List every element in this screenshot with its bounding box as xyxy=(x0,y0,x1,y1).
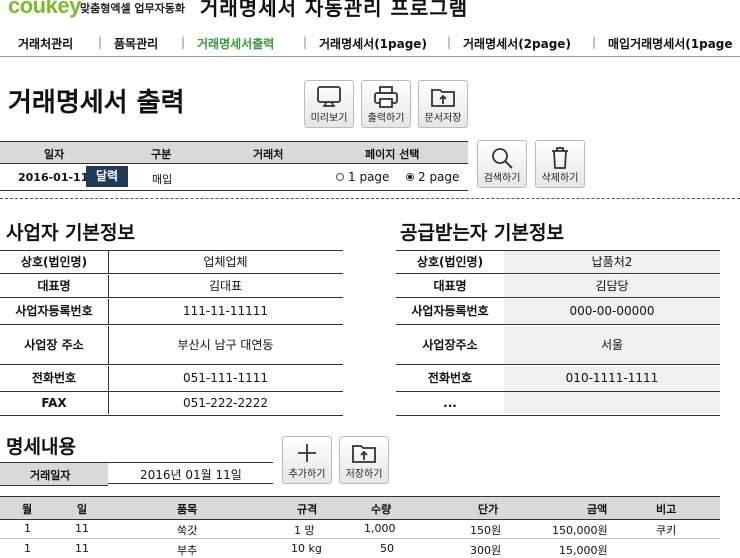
col-spec: 규격 xyxy=(297,503,318,516)
supplier-row: 전화번호 051-111-1111 xyxy=(0,366,343,392)
calendar-button[interactable]: 달력 xyxy=(86,166,128,187)
monitor-icon xyxy=(317,86,341,107)
receiver-row: 상호(법인명) 납품처2 xyxy=(396,251,720,274)
supplier-row: 사업장 주소 부산시 남구 대연동 xyxy=(0,326,343,365)
top-nav: 거래처관리 | 품목관리 | 거래명세서출력 | 거래명세서(1page) | … xyxy=(0,30,740,57)
magnifier-icon xyxy=(492,148,513,169)
supplier-row: 사업자등록번호 111-11-11111 xyxy=(0,299,343,325)
preview-button[interactable]: 미리보기 xyxy=(304,80,354,128)
save-details-button[interactable]: 저장하기 xyxy=(339,436,389,484)
details-title: 명세내용 xyxy=(6,436,76,458)
plus-icon xyxy=(298,444,316,462)
receiver-row: 전화번호 010-1111-1111 xyxy=(396,366,720,392)
preview-label: 미리보기 xyxy=(310,113,348,124)
page-option-2[interactable]: 2 page xyxy=(406,170,459,184)
app-logo: coukey xyxy=(8,0,81,18)
nav-separator: | xyxy=(98,35,103,49)
nav-item-statement-2page[interactable]: 거래명세서(2page) xyxy=(463,35,571,52)
nav-separator: | xyxy=(303,35,308,49)
trade-date-label: 거래일자 xyxy=(30,469,71,482)
nav-separator: | xyxy=(592,35,597,49)
table-row[interactable]: 1 11 쑥갓 1 망 1,000 150원 150,000원 쿠키 xyxy=(0,519,720,539)
page-select-header: 페이지 선택 xyxy=(365,148,420,161)
trade-date-value[interactable]: 2016년 01월 11일 xyxy=(140,466,242,483)
save-details-label: 저장하기 xyxy=(345,469,383,480)
search-button[interactable]: 검색하기 xyxy=(477,140,527,188)
delete-button[interactable]: 삭제하기 xyxy=(535,140,585,188)
trade-date-value-cell: 2016년 01월 11일 xyxy=(108,462,273,484)
col-item: 품목 xyxy=(177,503,198,516)
print-label: 출력하기 xyxy=(367,113,405,124)
nav-item-client-management[interactable]: 거래처관리 xyxy=(18,35,73,52)
trade-date-label-cell: 거래일자 xyxy=(0,462,108,486)
date-header: 일자 xyxy=(44,148,65,161)
receiver-row: 사업자등록번호 000-00-00000 xyxy=(396,299,720,325)
nav-item-item-management[interactable]: 품목관리 xyxy=(114,35,158,52)
search-values-row: 2016-01-11 달력 매입 1 page 2 page xyxy=(0,163,468,191)
printer-icon xyxy=(374,86,398,108)
col-quantity: 수량 xyxy=(371,503,392,516)
date-input[interactable]: 2016-01-11 xyxy=(18,171,88,184)
add-row-label: 추가하기 xyxy=(288,469,326,480)
table-row[interactable]: 1 11 부추 10 kg 50 300원 15,000원 xyxy=(0,539,720,557)
save-document-label: 문서저장 xyxy=(424,113,462,124)
col-month: 월 xyxy=(22,503,33,516)
add-row-button[interactable]: 추가하기 xyxy=(282,436,332,484)
folder-upload-icon xyxy=(352,445,376,463)
radio-selected-icon xyxy=(406,172,414,181)
folder-upload-icon xyxy=(431,89,455,107)
client-header: 거래처 xyxy=(253,148,284,161)
supplier-row: 상호(법인명) 업체업체 xyxy=(0,251,343,274)
section-divider xyxy=(0,198,740,199)
page-title: 거래명세서 출력 xyxy=(8,88,185,118)
details-grid-header: 월 일 품목 규격 수량 단가 금액 비고 xyxy=(0,496,720,520)
category-value[interactable]: 매입 xyxy=(152,171,172,187)
search-label: 검색하기 xyxy=(483,173,521,184)
col-amount: 금액 xyxy=(587,503,608,516)
receiver-row: 사업장주소 서울 xyxy=(396,326,720,365)
save-document-button[interactable]: 문서저장 xyxy=(418,80,468,128)
supplier-row: FAX 051-222-2222 xyxy=(0,392,343,416)
supplier-info-title: 사업자 기본정보 xyxy=(6,222,135,244)
nav-separator: | xyxy=(181,35,186,49)
logo-subtitle: 맞춤형엑셀 업무자동화 xyxy=(80,2,186,15)
page-option-1[interactable]: 1 page xyxy=(336,170,389,184)
nav-item-purchase-statement-1page[interactable]: 매입거래명세서(1page xyxy=(608,35,733,52)
trash-icon xyxy=(552,147,568,169)
nav-item-statement-1page[interactable]: 거래명세서(1page) xyxy=(319,35,427,52)
category-header: 구분 xyxy=(151,148,172,161)
nav-item-statement-print[interactable]: 거래명세서출력 xyxy=(197,35,274,52)
search-header-row: 일자 구분 거래처 페이지 선택 xyxy=(0,141,468,164)
receiver-info-title: 공급받는자 기본정보 xyxy=(400,222,564,244)
col-unit-price: 단가 xyxy=(478,503,499,516)
delete-label: 삭제하기 xyxy=(541,173,579,184)
print-button[interactable]: 출력하기 xyxy=(361,80,411,128)
col-note: 비고 xyxy=(656,503,677,516)
app-title: 거래명세서 자동관리 프로그램 xyxy=(200,0,469,20)
nav-separator: | xyxy=(447,35,452,49)
supplier-row: 대표명 김대표 xyxy=(0,275,343,298)
col-day: 일 xyxy=(77,503,88,516)
receiver-row: 대표명 김담당 xyxy=(396,275,720,298)
radio-icon xyxy=(336,172,344,181)
receiver-row: ... xyxy=(396,392,720,416)
